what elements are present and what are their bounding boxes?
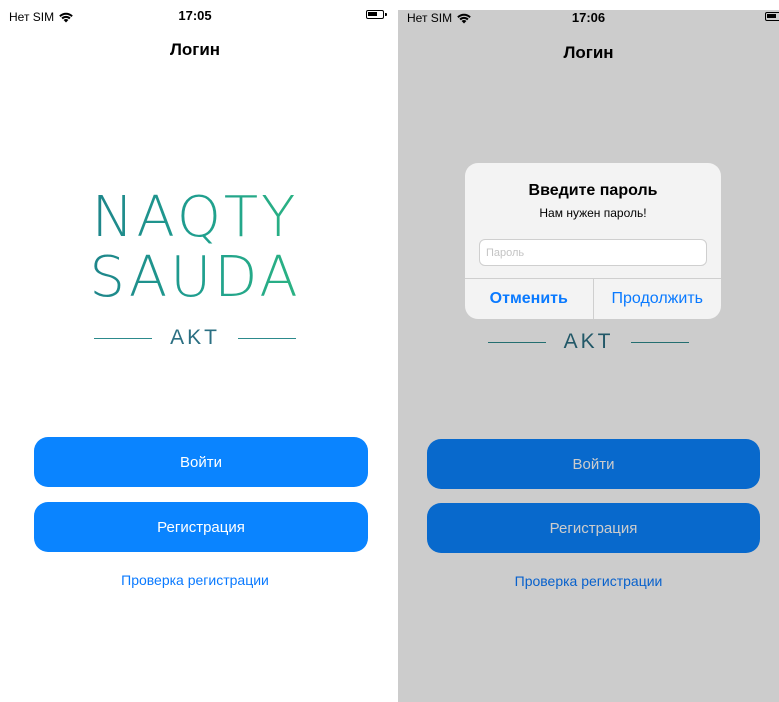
status-bar: Нет SIM 17:05 [0, 0, 390, 30]
modal-backdrop [398, 10, 779, 702]
battery-icon [366, 10, 387, 19]
logo-line-1: NAQTY [0, 188, 390, 248]
status-time: 17:05 [178, 8, 212, 23]
cancel-button[interactable]: Отменить [465, 279, 594, 319]
login-button[interactable]: Войти [34, 437, 368, 487]
logo-tagline: AKT [0, 326, 390, 350]
tagline-divider-right [237, 337, 296, 339]
register-button[interactable]: Регистрация [34, 502, 368, 552]
login-screen: Нет SIM 17:05 Логин NAQTY SAUDA AKT Войт… [0, 0, 390, 702]
tagline-divider-left [94, 337, 153, 339]
continue-button[interactable]: Продолжить [594, 279, 722, 319]
login-screen-with-alert: Нет SIM 17:06 Логин AKT Войти Регистраци… [398, 10, 779, 702]
check-registration-link[interactable]: Проверка регистрации [0, 572, 390, 588]
alert-actions: Отменить Продолжить [465, 278, 721, 319]
logo-line-2: SAUDA [0, 248, 390, 308]
alert-message: Нам нужен пароль! [539, 206, 647, 220]
page-title: Логин [169, 40, 221, 59]
app-logo: NAQTY SAUDA [0, 188, 390, 308]
alert-title: Введите пароль [528, 182, 658, 199]
password-alert: Введите пароль Нам нужен пароль! Отменит… [465, 163, 721, 319]
password-input[interactable] [479, 239, 707, 266]
tagline-text: AKT [170, 326, 220, 349]
